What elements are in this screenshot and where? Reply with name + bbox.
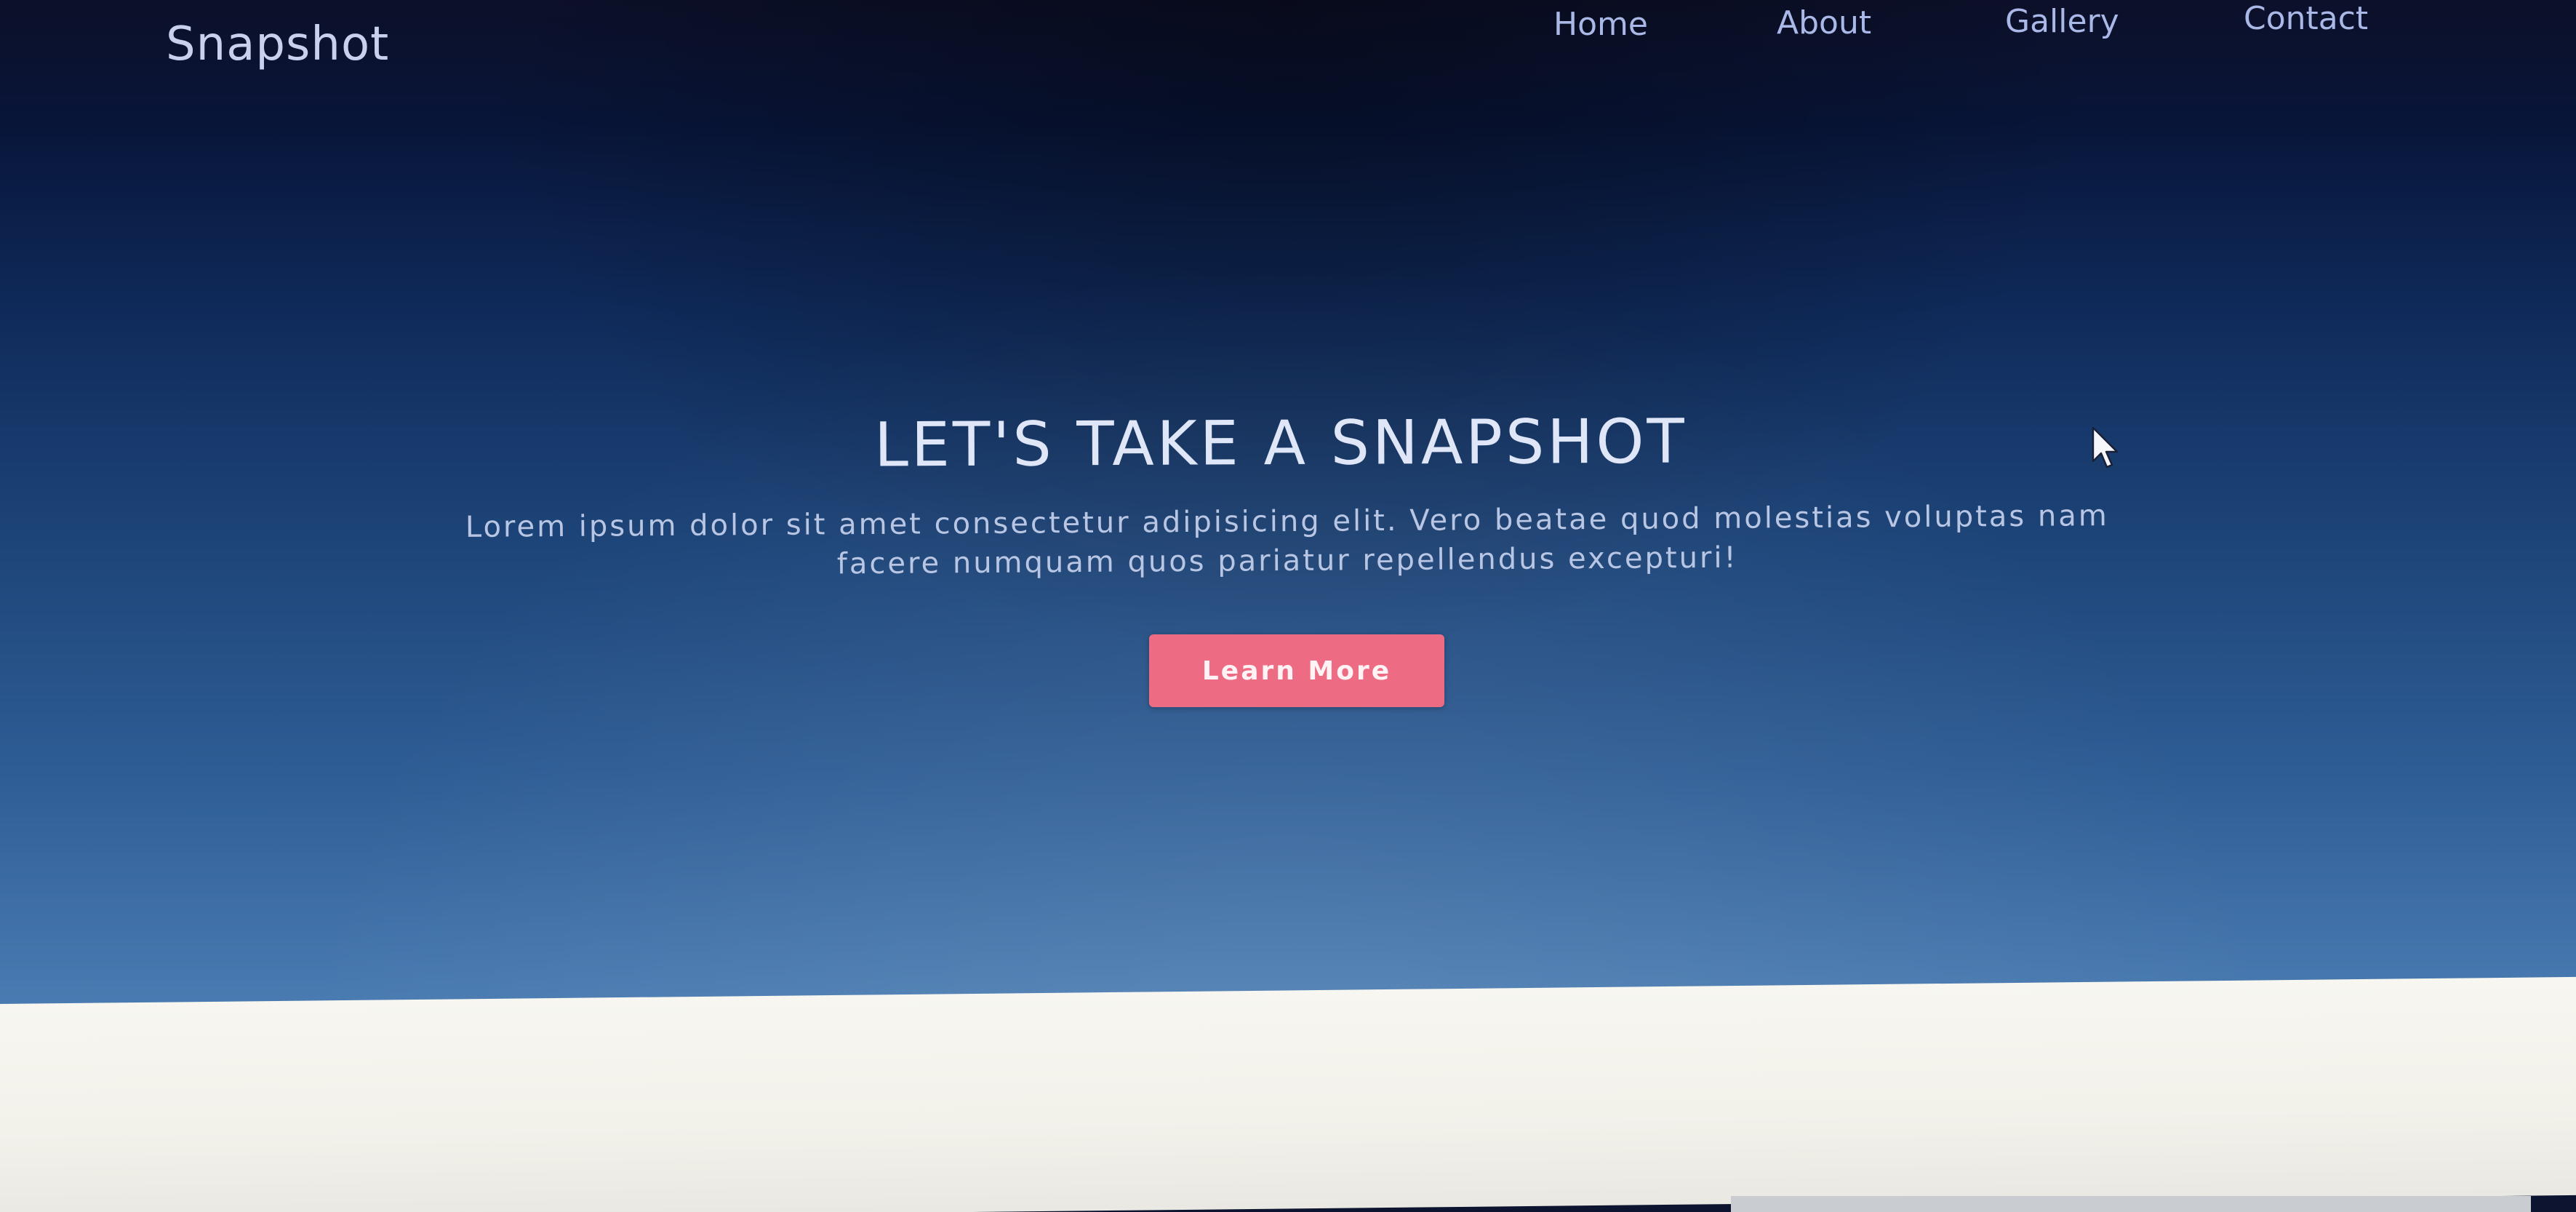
hero-title: LET'S TAKE A SNAPSHOT — [873, 405, 1688, 481]
learn-more-button[interactable]: Learn More — [1149, 634, 1444, 707]
main-nav: Home About Gallery Contact — [1527, 0, 2400, 51]
page: Snapshot Home About Gallery Contact LET'… — [0, 0, 2576, 1212]
mouse-pointer-icon — [2092, 426, 2119, 469]
nav-about[interactable]: About — [1777, 4, 1871, 41]
hero-subtitle: Lorem ipsum dolor sit amet consectetur a… — [342, 495, 2233, 587]
brand-logo[interactable]: Snapshot — [166, 17, 389, 71]
content-divider — [1731, 1196, 2531, 1212]
content-section — [0, 976, 2576, 1212]
nav-gallery[interactable]: Gallery — [2005, 3, 2119, 40]
nav-home[interactable]: Home — [1553, 6, 1648, 43]
nav-contact[interactable]: Contact — [2244, 0, 2368, 37]
